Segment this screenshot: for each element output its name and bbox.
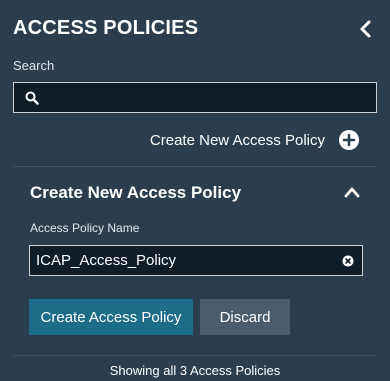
search-input[interactable] <box>46 83 370 112</box>
search-label: Search <box>13 58 55 73</box>
collapse-section-button[interactable] <box>344 185 360 199</box>
panel-header: ACCESS POLICIES <box>13 14 376 44</box>
close-circle-icon[interactable] <box>342 255 354 267</box>
create-link-label: Create New Access Policy <box>149 131 325 149</box>
access-policy-name-label: Access Policy Name <box>30 221 140 235</box>
policies-count-status: Showing all 3 Access Policies <box>109 363 281 378</box>
discard-button[interactable]: Discard <box>200 299 290 335</box>
create-new-access-policy-link[interactable]: Create New Access Policy <box>150 128 360 152</box>
chevron-left-icon <box>360 20 371 38</box>
collapse-panel-button[interactable] <box>356 18 376 40</box>
divider <box>13 166 377 167</box>
chevron-up-icon <box>344 187 360 198</box>
divider <box>13 355 377 356</box>
search-field[interactable] <box>13 82 377 113</box>
create-section-title: Create New Access Policy <box>30 183 242 202</box>
search-icon <box>25 91 39 105</box>
plus-circle-icon <box>339 130 359 150</box>
access-policy-name-field[interactable] <box>29 245 363 276</box>
page-title: ACCESS POLICIES <box>13 17 199 39</box>
access-policy-name-input[interactable] <box>36 246 334 275</box>
create-access-policy-button[interactable]: Create Access Policy <box>29 299 193 335</box>
